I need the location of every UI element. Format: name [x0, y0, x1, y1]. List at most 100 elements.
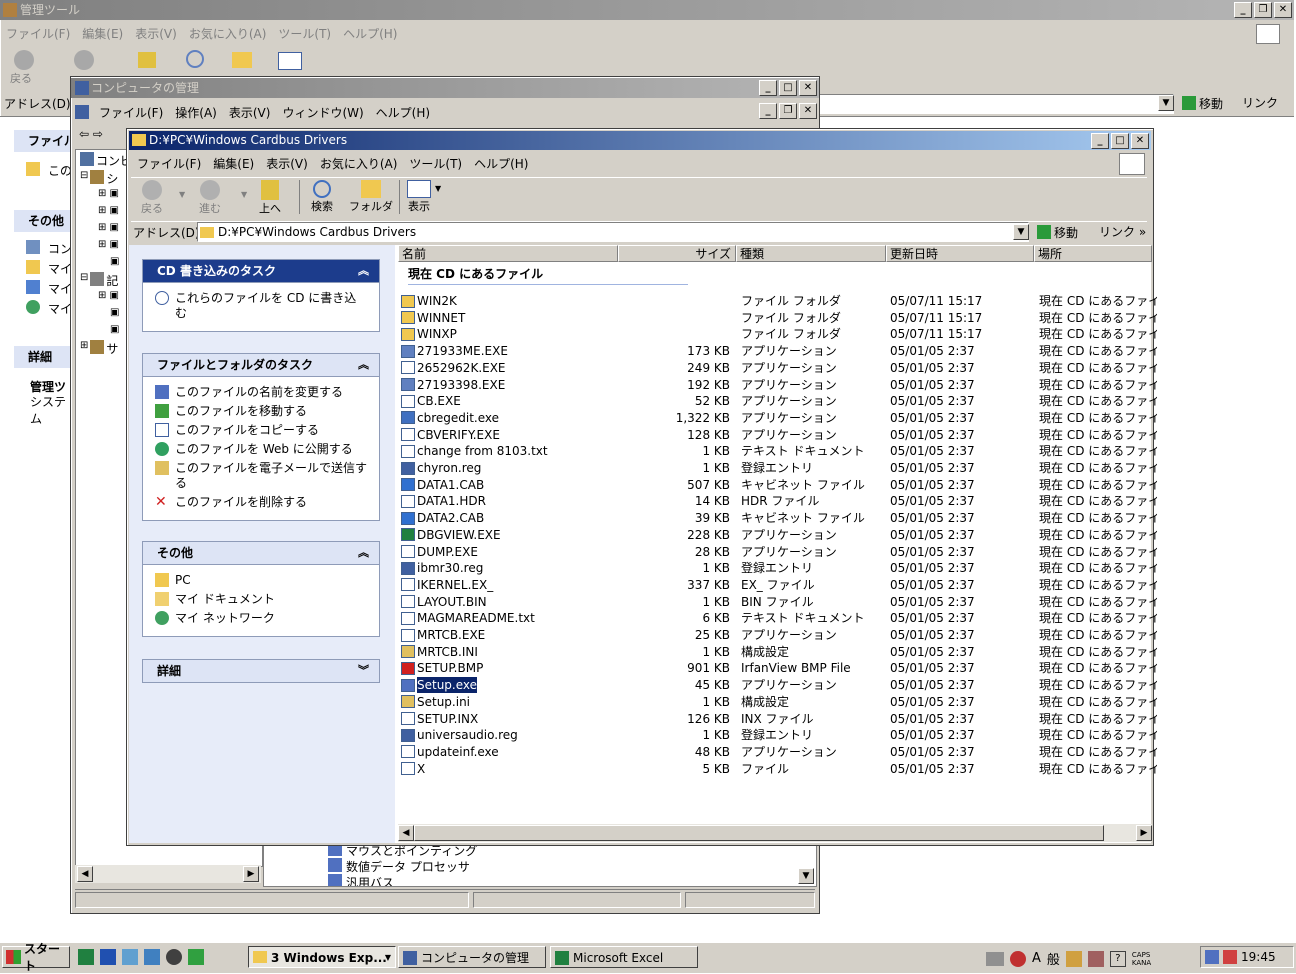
- menu-help[interactable]: ヘルプ(H): [370, 104, 436, 121]
- file-name-cell[interactable]: IKERNEL.EX_: [401, 577, 493, 593]
- file-row[interactable]: change from 8103.txt 1 KB テキスト ドキュメント 05/01…: [398, 443, 1157, 460]
- ime-input-mode[interactable]: A: [1032, 951, 1041, 966]
- regedit-icon[interactable]: [144, 949, 160, 965]
- column-header-date[interactable]: 更新日時: [886, 245, 1034, 262]
- up-folder-icon[interactable]: [138, 52, 156, 68]
- tree-item[interactable]: ⊟ 記: [80, 272, 118, 289]
- file-row[interactable]: SETUP.INX 126 KB INX ファイル 05/01/05 2:37 現在 C…: [398, 711, 1157, 728]
- ime-icon[interactable]: [1010, 950, 1026, 967]
- file-row[interactable]: WINXP ファイル フォルダ 05/07/11 15:17 現在 CD にあるファイ: [398, 326, 1157, 343]
- file-row[interactable]: LAYOUT.BIN 1 KB BIN ファイル 05/01/05 2:37 現在 CD…: [398, 594, 1157, 611]
- caps-kana-indicator[interactable]: CAPS KANA: [1132, 951, 1151, 967]
- folders-button[interactable]: フォルダ: [349, 180, 393, 214]
- tree-node-icon[interactable]: ⊞ ▣: [98, 290, 119, 301]
- collapse-icon[interactable]: ︽: [358, 354, 369, 376]
- minimize-button[interactable]: _: [1091, 133, 1109, 149]
- menu-view[interactable]: 表示(V): [260, 155, 314, 172]
- tree-node-icon[interactable]: ▣: [110, 307, 119, 318]
- network-error-icon[interactable]: [1223, 950, 1237, 964]
- search-button[interactable]: 検索: [311, 180, 333, 214]
- tree-node-icon[interactable]: ⊞ ▣: [98, 222, 119, 233]
- close-button[interactable]: ✕: [1131, 133, 1149, 149]
- delete-task[interactable]: ✕ このファイルを削除する: [155, 493, 367, 512]
- tree-node-icon[interactable]: ⊞ ▣: [98, 188, 119, 199]
- file-name-cell[interactable]: DATA2.CAB: [401, 510, 484, 526]
- file-row[interactable]: SETUP.BMP 901 KB IrfanView BMP File 05/01/0…: [398, 660, 1157, 677]
- minimize-button[interactable]: _: [759, 103, 777, 119]
- details-header[interactable]: 詳細 ︾: [142, 659, 380, 683]
- notepad-icon[interactable]: [122, 949, 138, 965]
- file-row[interactable]: 27193398.EXE 192 KB アプリケーション 05/01/05 2:37 現…: [398, 377, 1157, 394]
- back-dropdown-icon[interactable]: ▼: [179, 190, 185, 199]
- file-row[interactable]: 271933ME.EXE 173 KB アプリケーション 05/01/05 2:37 現…: [398, 343, 1157, 360]
- rename-task[interactable]: このファイルの名前を変更する: [155, 383, 367, 402]
- file-row[interactable]: ibmr30.reg 1 KB 登録エントリ 05/01/05 2:37 現在 CD に…: [398, 560, 1157, 577]
- scroll-right-button[interactable]: ▶: [243, 866, 259, 882]
- menu-window[interactable]: ウィンドウ(W): [276, 104, 369, 121]
- column-header-size[interactable]: サイズ: [618, 245, 736, 262]
- file-row[interactable]: CB.EXE 52 KB アプリケーション 05/01/05 2:37 現在 CD にあ…: [398, 393, 1157, 410]
- mmc-tree-hscroll[interactable]: ◀ ▶: [75, 865, 261, 883]
- file-name-cell[interactable]: 2652962K.EXE: [401, 360, 506, 376]
- file-row[interactable]: DATA1.HDR 14 KB HDR ファイル 05/01/05 2:37 現在 CD…: [398, 493, 1157, 510]
- taskbar-excel[interactable]: Microsoft Excel: [550, 946, 698, 968]
- file-name-cell[interactable]: MRTCB.EXE: [401, 627, 485, 643]
- file-name-cell[interactable]: X: [401, 761, 425, 777]
- file-name-cell[interactable]: 271933ME.EXE: [401, 343, 508, 359]
- file-row[interactable]: CBVERIFY.EXE 128 KB アプリケーション 05/01/05 2:37 現…: [398, 427, 1157, 444]
- forward-arrow-icon[interactable]: [74, 50, 94, 70]
- file-row[interactable]: MRTCB.INI 1 KB 構成設定 05/01/05 2:37 現在 CD にあるフ…: [398, 644, 1157, 661]
- file-name-cell[interactable]: WINXP: [401, 326, 457, 342]
- file-name-cell[interactable]: DBGVIEW.EXE: [401, 527, 501, 543]
- file-name-cell[interactable]: Setup.exe: [401, 676, 479, 695]
- admin-tools-titlebar[interactable]: 管理ツール _ ❐ ✕: [0, 0, 1294, 20]
- file-name-cell[interactable]: WINNET: [401, 310, 465, 326]
- links-button[interactable]: リンク »: [1099, 223, 1146, 240]
- menu-tools[interactable]: ツール(T): [272, 25, 337, 42]
- file-name-cell[interactable]: 27193398.EXE: [401, 377, 505, 393]
- file-name-cell[interactable]: DATA1.CAB: [401, 477, 484, 493]
- file-row[interactable]: IKERNEL.EX_ 337 KB EX_ ファイル 05/01/05 2:37 現在…: [398, 577, 1157, 594]
- file-row[interactable]: chyron.reg 1 KB 登録エントリ 05/01/05 2:37 現在 CD に…: [398, 460, 1157, 477]
- app-icon[interactable]: [188, 949, 204, 965]
- search-icon[interactable]: [186, 50, 204, 68]
- other-places-header[interactable]: その他 ︽: [142, 541, 380, 565]
- expand-icon[interactable]: ︾: [358, 660, 369, 682]
- column-header-name[interactable]: 名前: [398, 245, 618, 262]
- address-dropdown-button[interactable]: ▼: [1158, 95, 1174, 111]
- file-name-cell[interactable]: SETUP.BMP: [401, 660, 483, 676]
- file-list-hscroll[interactable]: ◀ ▶: [398, 824, 1152, 842]
- file-name-cell[interactable]: change from 8103.txt: [401, 443, 548, 459]
- go-button[interactable]: 移動: [1037, 223, 1078, 241]
- mmc-titlebar[interactable]: コンピュータの管理 _ □ ✕: [71, 78, 819, 98]
- views-icon[interactable]: [278, 52, 302, 70]
- tree-node-icon[interactable]: ⊞ ▣: [98, 205, 119, 216]
- network-status-icon[interactable]: [1205, 950, 1219, 964]
- mmc-nav-arrows[interactable]: ⇦ ⇨: [79, 127, 103, 141]
- clock[interactable]: 19:45: [1241, 950, 1276, 964]
- menu-view[interactable]: 表示(V): [223, 104, 277, 121]
- tree-node-icon[interactable]: ⊞ ▣: [98, 239, 119, 250]
- up-button[interactable]: 上へ: [259, 180, 281, 216]
- restore-button[interactable]: ❐: [779, 103, 797, 119]
- explorer-titlebar[interactable]: D:¥PC¥Windows Cardbus Drivers _ □ ✕: [129, 131, 1151, 150]
- ime-tool-icon[interactable]: [1087, 950, 1104, 967]
- file-name-cell[interactable]: DUMP.EXE: [401, 544, 478, 560]
- ime-conversion-mode[interactable]: 般: [1047, 949, 1060, 968]
- minimize-button[interactable]: _: [759, 80, 777, 96]
- file-name-cell[interactable]: MAGMAREADME.txt: [401, 610, 535, 626]
- scroll-thumb[interactable]: [414, 825, 1104, 841]
- taskbar-mmc[interactable]: コンピュータの管理: [398, 946, 546, 968]
- file-name-cell[interactable]: DATA1.HDR: [401, 493, 486, 509]
- file-name-cell[interactable]: LAYOUT.BIN: [401, 594, 487, 610]
- file-name-cell[interactable]: cbregedit.exe: [401, 410, 499, 426]
- back-button[interactable]: 戻る: [141, 180, 163, 216]
- file-name-cell[interactable]: ibmr30.reg: [401, 560, 483, 576]
- forward-button[interactable]: 進む: [199, 180, 221, 216]
- file-row[interactable]: MRTCB.EXE 25 KB アプリケーション 05/01/05 2:37 現在 CD…: [398, 627, 1157, 644]
- tree-node-icon[interactable]: ▣: [110, 324, 119, 335]
- file-name-cell[interactable]: MRTCB.INI: [401, 644, 478, 660]
- copy-task[interactable]: このファイルをコピーする: [155, 421, 367, 440]
- column-header-location[interactable]: 場所: [1034, 245, 1152, 262]
- address-input[interactable]: D:¥PC¥Windows Cardbus Drivers: [197, 222, 1029, 242]
